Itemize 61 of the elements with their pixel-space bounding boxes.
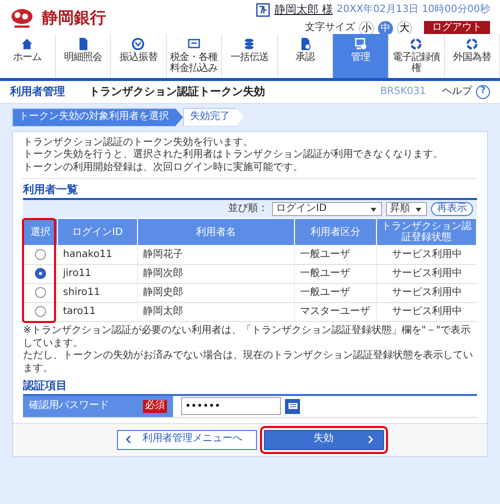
column-header: ログインID — [58, 218, 138, 246]
table-cell: サービス利用中 — [376, 302, 476, 322]
table-cell: shiro11 — [58, 284, 138, 303]
ring-icon — [464, 37, 479, 51]
table-cell: 静岡花子 — [138, 246, 294, 265]
page-category: 利用者管理 — [10, 85, 65, 99]
table-cell: hanako11 — [58, 246, 138, 265]
nav-tab[interactable]: 管理 — [333, 34, 389, 78]
ring-icon — [409, 37, 424, 51]
column-header: 利用者区分 — [294, 218, 376, 246]
table-cell: 静岡太郎 — [138, 302, 294, 322]
password-field[interactable]: •••••• — [181, 397, 281, 416]
back-button[interactable]: 利用者管理メニューへ — [116, 430, 256, 450]
user-name: 静岡太郎 様 — [274, 3, 333, 17]
card-icon — [186, 37, 201, 51]
chevron-right-icon — [366, 435, 374, 444]
monitor-icon — [354, 37, 368, 51]
table-cell: 静岡次郎 — [138, 264, 294, 284]
table-cell: 静岡史郎 — [138, 284, 294, 303]
help-icon: ? — [476, 85, 490, 99]
keyboard-icon[interactable] — [285, 398, 300, 414]
redisplay-button[interactable]: 再表示 — [431, 202, 473, 216]
step-indicator: トークン失効の対象利用者を選択 — [12, 108, 183, 126]
table-cell: 一般ユーザ — [294, 246, 376, 265]
radio-button[interactable] — [35, 268, 46, 279]
intro-text: トークン失効を行うと、選択された利用者はトランザクション認証が利用できなくなります。 — [23, 149, 444, 162]
intro-text: トークンの利用開始登録は、次回ログイン時に実施可能です。 — [23, 162, 304, 174]
table-cell: jiro11 — [58, 264, 138, 284]
sort-field-select[interactable]: ログインID — [272, 202, 382, 216]
table-cell: taro11 — [58, 302, 138, 322]
table-cell: 一般ユーザ — [294, 264, 376, 284]
table-cell: サービス利用中 — [376, 246, 476, 265]
radio-button[interactable] — [35, 306, 46, 317]
nav-tab[interactable]: 電子記録債権 — [388, 34, 444, 78]
font-size-label: 文字サイズ — [305, 22, 355, 35]
sort-order-select[interactable]: 昇順 — [386, 202, 427, 216]
radio-button[interactable] — [35, 248, 46, 260]
field-label: 確認用パスワード — [29, 400, 109, 412]
datetime: 20XX年02月13日 10時00分00秒 — [336, 4, 490, 16]
required-badge: 必須 — [143, 400, 167, 412]
help-link[interactable]: ヘルプ ? — [442, 85, 490, 99]
table-cell: サービス利用中 — [376, 284, 476, 303]
user-badge-icon — [256, 3, 270, 17]
note-text: ただし、トークンの失効がお済みでない場合は、現在のトランザクション認証登録状態を表示しています。 — [23, 350, 474, 376]
intro-text: トランザクション認証のトークン失効を行います。 — [23, 136, 254, 148]
table-cell: マスターユーザ — [294, 302, 376, 322]
bank-name: 静岡銀行 — [42, 8, 106, 28]
screen-id: BRSK031 — [380, 86, 426, 98]
nav-tab[interactable]: 外国為替 — [444, 34, 500, 78]
table-cell: サービス利用中 — [376, 264, 476, 284]
section-heading: 認証項目 — [23, 379, 68, 394]
column-header: 利用者名 — [138, 218, 294, 246]
step-indicator: 失効完了 — [183, 108, 244, 126]
sort-label: 並び順： — [228, 202, 268, 216]
chevron-left-icon — [124, 435, 132, 444]
column-header: トランザクション認証登録状態 — [376, 218, 476, 246]
table-cell: 一般ユーザ — [294, 284, 376, 303]
radio-button[interactable] — [35, 286, 46, 298]
page-title: トランザクション認証トークン失効 — [89, 85, 265, 99]
home-icon — [20, 37, 34, 51]
note-text: ※トランザクション認証が必要のない利用者は、「トランザクション認証登録状態」欄を"－"で表示しています。 — [23, 325, 472, 350]
